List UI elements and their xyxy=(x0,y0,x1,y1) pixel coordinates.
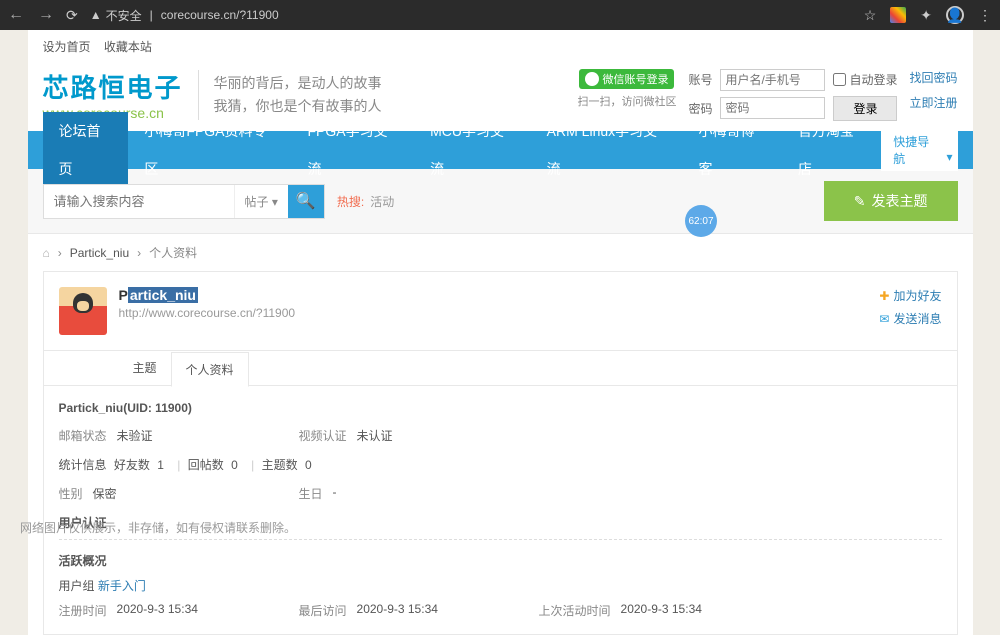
nav-fpga-zone[interactable]: 小梅哥FPGA资料专区 xyxy=(128,112,291,188)
quick-nav-dropdown[interactable]: 快捷导航 xyxy=(881,129,957,171)
slogan: 华丽的背后，是动人的故事 我猜，你也是个有故事的人 xyxy=(214,72,382,117)
extension-icon[interactable] xyxy=(890,7,906,23)
user-group-link[interactable]: 新手入门 xyxy=(98,579,146,593)
floating-badge[interactable]: 62:07 xyxy=(685,205,717,237)
bookmark-icon[interactable]: ☆ xyxy=(864,7,877,24)
find-password-link[interactable]: 找回密码 xyxy=(909,69,957,86)
avatar[interactable] xyxy=(59,287,107,335)
breadcrumb: ⌂ › Partick_niu › 个人资料 xyxy=(28,234,973,271)
username-input[interactable] xyxy=(720,69,825,91)
add-friend-icon: ✚ xyxy=(879,289,889,303)
hot-search: 热搜:活动 xyxy=(337,193,394,210)
search-button[interactable]: 🔍 xyxy=(288,185,324,218)
search-category-dropdown[interactable]: 帖子 ▾ xyxy=(234,185,288,218)
add-friend-link[interactable]: ✚加为好友 xyxy=(879,287,941,304)
tab-topics[interactable]: 主题 xyxy=(119,351,171,385)
main-nav: 论坛首页 小梅哥FPGA资料专区 FPGA学习交流 MCU学习交流 ARM Li… xyxy=(28,131,973,169)
home-icon[interactable]: ⌂ xyxy=(43,246,50,260)
profile-url: http://www.corecourse.cn/?11900 xyxy=(119,306,296,320)
breadcrumb-user[interactable]: Partick_niu xyxy=(70,246,129,260)
compose-icon: ✎ xyxy=(854,193,866,210)
hot-search-item[interactable]: 活动 xyxy=(370,195,394,209)
uid-label: Partick_niu(UID: 11900) xyxy=(59,401,942,415)
browser-top-bar: ← → ⟳ ▲ 不安全 | corecourse.cn/?11900 ☆ ✦ 👤… xyxy=(0,0,1000,30)
profile-tabs: 主题 个人资料 xyxy=(44,350,957,385)
send-message-icon: ✉ xyxy=(879,312,889,326)
nav-mcu-learn[interactable]: MCU学习交流 xyxy=(414,112,531,188)
tab-profile-info[interactable]: 个人资料 xyxy=(171,352,249,387)
stats-row: 统计信息 好友数 1 | 回帖数 0 | 主题数 0 xyxy=(59,456,942,473)
insecure-badge: ▲ 不安全 xyxy=(90,7,142,24)
menu-icon[interactable]: ⋮ xyxy=(978,7,992,24)
set-home-link[interactable]: 设为首页 xyxy=(43,40,91,54)
register-link[interactable]: 立即注册 xyxy=(909,94,957,111)
search-input[interactable] xyxy=(44,185,234,218)
top-links: 设为首页 收藏本站 xyxy=(28,30,973,63)
nav-taobao[interactable]: 官方淘宝店 xyxy=(782,112,881,188)
wechat-login-button[interactable]: 微信账号登录 xyxy=(579,69,674,89)
profile-username: Partick_niu xyxy=(119,287,296,303)
send-message-link[interactable]: ✉发送消息 xyxy=(879,310,941,327)
nav-arrows: ← → xyxy=(8,6,54,24)
address-bar[interactable]: ▲ 不安全 | corecourse.cn/?11900 xyxy=(90,7,852,24)
reload-icon[interactable]: ⟳ xyxy=(66,7,78,24)
post-topic-button[interactable]: ✎ 发表主题 xyxy=(824,181,958,221)
breadcrumb-current: 个人资料 xyxy=(149,244,197,261)
username-label: 账号 xyxy=(688,71,712,88)
activity-title: 活跃概况 xyxy=(59,552,942,569)
back-icon[interactable]: ← xyxy=(8,6,24,24)
favorite-link[interactable]: 收藏本站 xyxy=(104,40,152,54)
watermark: 网络图片仅供展示，非存储，如有侵权请联系删除。 xyxy=(20,519,296,536)
auto-login-checkbox[interactable]: 自动登录 xyxy=(833,71,897,88)
nav-arm-linux[interactable]: ARM Linux学习交流 xyxy=(531,112,683,188)
url-text: corecourse.cn/?11900 xyxy=(161,8,279,22)
nav-blog[interactable]: 小梅哥博客 xyxy=(683,112,782,188)
extensions-menu-icon[interactable]: ✦ xyxy=(920,7,932,24)
nav-forum-home[interactable]: 论坛首页 xyxy=(43,112,129,188)
profile-icon[interactable]: 👤 xyxy=(946,6,964,24)
nav-fpga-learn[interactable]: FPGA学习交流 xyxy=(291,112,414,188)
forward-icon[interactable]: → xyxy=(38,6,54,24)
